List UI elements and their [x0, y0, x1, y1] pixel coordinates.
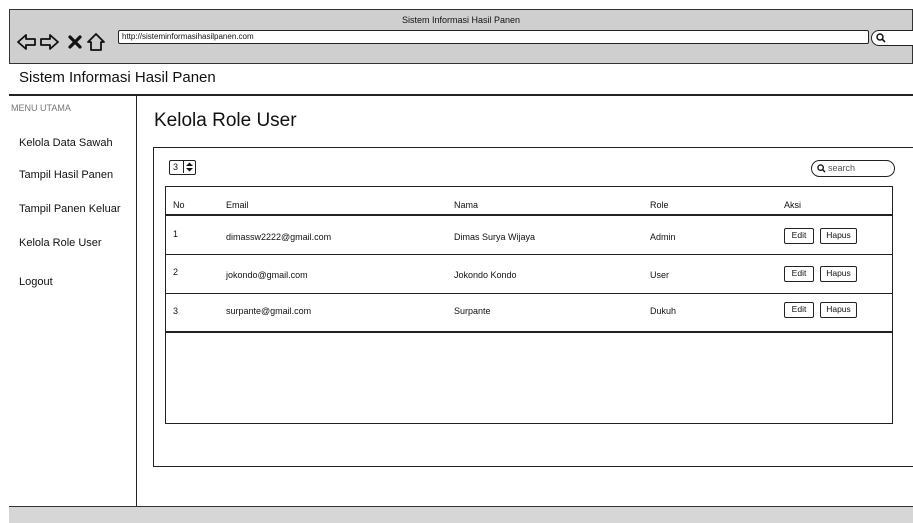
search-icon	[817, 164, 826, 173]
search-placeholder: search	[828, 163, 856, 173]
window-title: Sistem Informasi Hasil Panen	[401, 15, 521, 25]
sidebar-heading: MENU UTAMA	[11, 103, 71, 113]
page-title: Kelola Role User	[154, 110, 297, 131]
column-header-nama: Nama	[454, 200, 479, 210]
sidebar-item-tampil-hasil-panen[interactable]: Tampil Hasil Panen	[19, 169, 113, 181]
cell-role: Dukuh	[650, 306, 677, 316]
edit-button[interactable]: Edit	[784, 266, 814, 282]
spinner-arrows-icon[interactable]	[183, 161, 195, 173]
sidebar: MENU UTAMA Kelola Data Sawah Tampil Hasi…	[9, 96, 137, 506]
close-icon[interactable]	[65, 32, 85, 52]
row-divider	[166, 331, 892, 333]
url-bar[interactable]: http://sisteminformasihasilpanen.com	[118, 30, 869, 44]
column-header-role: Role	[650, 200, 669, 210]
edit-button[interactable]: Edit	[784, 302, 814, 318]
row-divider	[166, 254, 892, 255]
column-header-email: Email	[226, 200, 249, 210]
browser-search-field[interactable]	[871, 30, 913, 46]
sidebar-item-kelola-role-user[interactable]: Kelola Role User	[19, 237, 102, 249]
home-icon[interactable]	[86, 32, 106, 52]
sidebar-item-tampil-panen-keluar[interactable]: Tampil Panen Keluar	[19, 203, 121, 215]
cell-nama: Dimas Surya Wijaya	[454, 232, 536, 242]
table-search-input[interactable]: search	[811, 160, 895, 177]
cell-role: User	[650, 270, 670, 280]
row-divider	[166, 293, 892, 294]
edit-button[interactable]: Edit	[784, 228, 814, 244]
status-bar	[9, 506, 913, 523]
cell-email: jokondo@gmail.com	[226, 270, 308, 280]
hapus-button[interactable]: Hapus	[820, 266, 857, 282]
back-arrow-icon[interactable]	[17, 32, 37, 52]
app-header: Sistem Informasi Hasil Panen	[9, 63, 913, 96]
user-role-table: No Email Nama Role Aksi 1 dimassw2222@gm…	[165, 186, 893, 424]
column-header-no: No	[173, 200, 185, 210]
cell-no: 1	[173, 229, 179, 239]
browser-titlebar: Sistem Informasi Hasil Panen http://sist…	[9, 9, 913, 63]
app-title: Sistem Informasi Hasil Panen	[19, 69, 216, 86]
search-icon	[876, 33, 886, 43]
cell-email: dimassw2222@gmail.com	[226, 232, 332, 242]
cell-nama: Surpante	[454, 306, 491, 316]
cell-role: Admin	[650, 232, 676, 242]
sidebar-item-kelola-data-sawah[interactable]: Kelola Data Sawah	[19, 137, 113, 149]
page-size-stepper[interactable]: 3	[169, 160, 196, 175]
sidebar-item-logout[interactable]: Logout	[19, 276, 53, 288]
cell-no: 3	[173, 306, 179, 316]
header-divider	[166, 214, 892, 216]
cell-no: 2	[173, 267, 179, 277]
hapus-button[interactable]: Hapus	[820, 228, 857, 244]
column-header-aksi: Aksi	[784, 200, 802, 210]
hapus-button[interactable]: Hapus	[820, 302, 857, 318]
cell-email: surpante@gmail.com	[226, 306, 312, 316]
cell-nama: Jokondo Kondo	[454, 270, 517, 280]
page-size-value: 3	[173, 162, 179, 172]
forward-arrow-icon[interactable]	[39, 32, 59, 52]
